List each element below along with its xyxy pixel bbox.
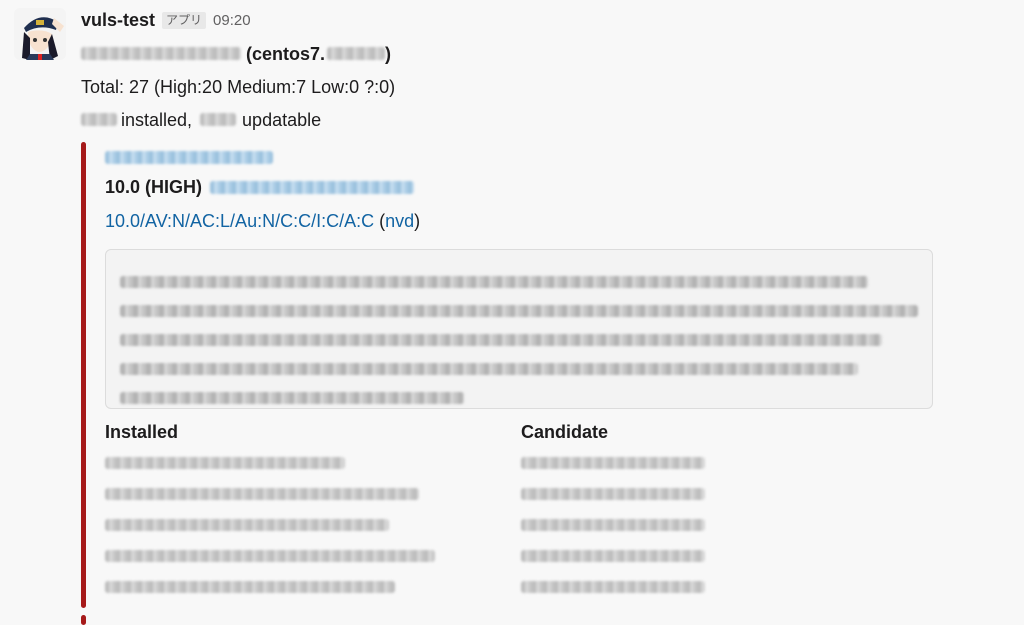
vulnerability-attachment: 10.0 (HIGH) 10.0/AV:N/AC:L/Au:N/C:C/I:C/… — [81, 142, 941, 608]
table-row — [105, 510, 933, 541]
severity-score: 10.0 (HIGH) — [105, 176, 203, 197]
table-row — [105, 572, 933, 603]
table-body — [105, 448, 933, 603]
redacted-candidate-version — [521, 488, 705, 501]
source-link[interactable]: nvd — [385, 211, 414, 232]
next-attachment-color-bar — [81, 615, 86, 625]
redacted-description-line — [120, 362, 858, 375]
server-line: (centos7. ) — [81, 37, 1011, 70]
redacted-installed-package — [105, 519, 389, 532]
vector-line: 10.0/AV:N/AC:L/Au:N/C:C/I:C/A:C ( nvd ) — [105, 204, 941, 238]
redacted-os-version — [327, 47, 386, 60]
total-text: Total: 27 (High:20 Medium:7 Low:0 ?:0) — [81, 76, 396, 97]
package-table: Installed Candidate — [105, 421, 933, 603]
redacted-installed-count — [81, 113, 117, 126]
redacted-candidate-version — [521, 550, 705, 563]
app-badge: アプリ — [162, 11, 207, 29]
avatar[interactable] — [14, 8, 66, 60]
candidate-header: Candidate — [521, 421, 609, 442]
installed-header: Installed — [105, 421, 179, 442]
redacted-description-line — [120, 391, 464, 404]
sender-name[interactable]: vuls-test — [81, 10, 155, 31]
redacted-installed-package — [105, 550, 435, 563]
table-row — [105, 448, 933, 479]
severity-color-bar — [81, 142, 86, 608]
redacted-description-line — [120, 304, 918, 317]
cvss-vector-link[interactable]: 10.0/AV:N/AC:L/Au:N/C:C/I:C/A:C — [105, 211, 374, 232]
bot-avatar-icon — [14, 8, 66, 60]
installed-text: installed, — [121, 109, 193, 130]
cve-id-line — [105, 144, 941, 170]
message: vuls-test アプリ 09:20 (centos7. ) Total: 2… — [81, 8, 1011, 136]
redacted-installed-package — [105, 457, 345, 470]
severity-line: 10.0 (HIGH) — [105, 170, 941, 204]
redacted-installed-package — [105, 581, 395, 594]
redacted-cwe-links[interactable] — [210, 180, 415, 194]
table-header: Installed Candidate — [105, 421, 933, 443]
server-os: (centos7. — [246, 43, 326, 64]
redacted-cve-id-link[interactable] — [105, 150, 273, 164]
table-row — [105, 541, 933, 572]
updatable-text: updatable — [242, 109, 322, 130]
redacted-description-line — [120, 333, 882, 346]
redacted-candidate-version — [521, 457, 705, 470]
redacted-candidate-version — [521, 581, 705, 594]
server-os-close: ) — [385, 43, 392, 64]
total-summary: Total: 27 (High:20 Medium:7 Low:0 ?:0) — [81, 70, 1011, 103]
redacted-updatable-count — [200, 113, 237, 126]
redacted-description-line — [120, 275, 868, 288]
source-close-paren: ) — [414, 210, 421, 231]
redacted-server-name — [81, 47, 241, 60]
redacted-candidate-version — [521, 519, 705, 532]
message-header: vuls-test アプリ 09:20 — [81, 8, 1011, 32]
timestamp[interactable]: 09:20 — [213, 12, 251, 29]
table-row — [105, 479, 933, 510]
package-summary: installed, updatable — [81, 103, 1011, 136]
cve-description-block — [105, 249, 933, 409]
redacted-installed-package — [105, 488, 419, 501]
